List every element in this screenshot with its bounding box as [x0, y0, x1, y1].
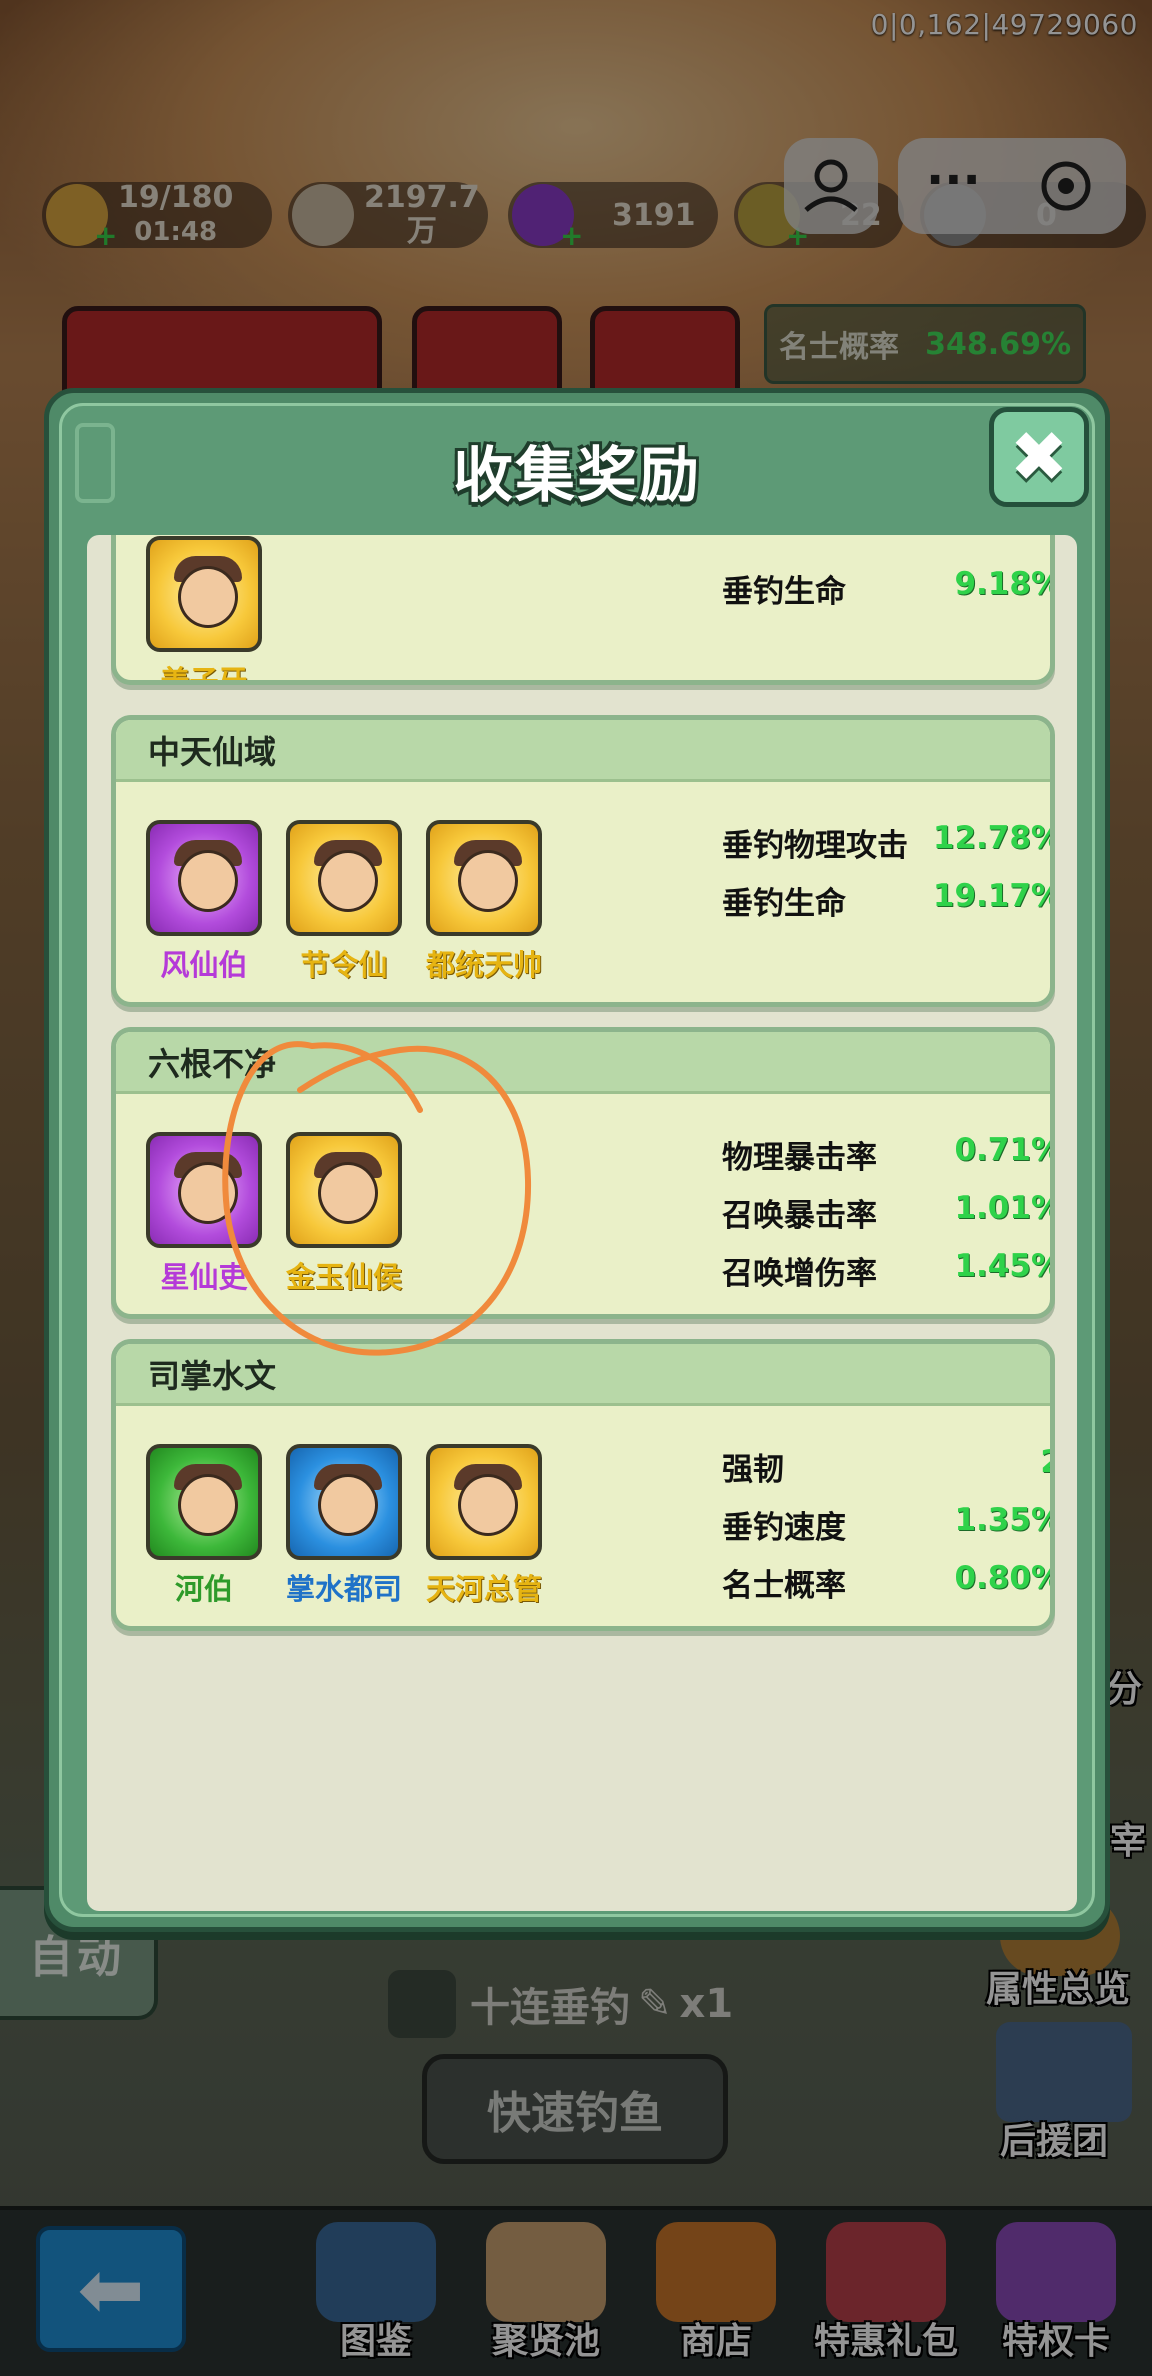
reward-list[interactable]: 姜子牙 垂钓生命 9.18% 中天仙域 风仙伯 节令仙 都统天帅 垂钓物理攻击 … — [87, 535, 1077, 1911]
hero-card[interactable]: 河伯 — [146, 1444, 262, 1608]
collection-card: 六根不净 星仙吏 金玉仙侯 物理暴击率 0.71% 召唤暴击率 1.01% 召唤… — [111, 1027, 1055, 1319]
stat-row: 强韧 2 — [722, 1444, 1050, 1489]
card-title: 司掌水文 — [116, 1344, 1050, 1406]
close-button[interactable]: ✖ — [989, 407, 1089, 507]
stat-value: 2 — [1040, 1444, 1050, 1489]
card-title: 六根不净 — [116, 1032, 1050, 1094]
stat-label: 名士概率 — [722, 1568, 846, 1604]
stat-label: 召唤增伤率 — [722, 1256, 877, 1292]
stat-label: 垂钓生命 — [722, 886, 846, 922]
hero-portrait — [146, 536, 262, 652]
stat-row: 垂钓物理攻击 12.78% — [722, 820, 1055, 865]
stat-row: 名士概率 0.80% — [722, 1560, 1055, 1605]
hero-portrait — [286, 820, 402, 936]
hero-portrait — [426, 1444, 542, 1560]
collection-card: 司掌水文 河伯 掌水都司 天河总管 强韧 2 垂钓速度 1.35% — [111, 1339, 1055, 1631]
hero-card[interactable]: 都统天帅 — [426, 820, 542, 984]
stat-value: 19.17% — [932, 878, 1055, 914]
stat-label: 垂钓速度 — [722, 1510, 846, 1546]
stat-row: 垂钓生命 9.18% — [722, 566, 1055, 611]
stat-value: 12.78% — [932, 820, 1055, 856]
stat-row: 垂钓速度 1.35% — [722, 1502, 1055, 1547]
collection-card: 姜子牙 垂钓生命 9.18% — [111, 535, 1055, 685]
stat-row: 召唤暴击率 1.01% — [722, 1190, 1055, 1235]
stat-row: 召唤增伤率 1.45% — [722, 1248, 1055, 1293]
hero-card[interactable]: 掌水都司 — [286, 1444, 402, 1608]
stat-value: 0.71% — [954, 1132, 1055, 1168]
hero-portrait — [426, 820, 542, 936]
stat-value: 1.45% — [954, 1248, 1055, 1284]
stat-label: 召唤暴击率 — [722, 1198, 877, 1234]
collection-reward-dialog: 收集奖励 ✖ 姜子牙 垂钓生命 9.18% 中天仙域 风仙伯 节令仙 都统天帅 … — [44, 388, 1110, 1932]
hero-name: 姜子牙 — [160, 664, 248, 685]
stat-value: 1.35% — [954, 1502, 1055, 1538]
collection-card: 中天仙域 风仙伯 节令仙 都统天帅 垂钓物理攻击 12.78% 垂钓生命 19.… — [111, 715, 1055, 1007]
hero-card[interactable]: 天河总管 — [426, 1444, 542, 1608]
stat-row: 垂钓生命 19.17% — [722, 878, 1055, 923]
stat-label: 强韧 — [722, 1452, 784, 1488]
close-icon: ✖ — [1009, 416, 1069, 498]
hero-card[interactable]: 节令仙 — [286, 820, 402, 984]
hero-card[interactable]: 星仙吏 — [146, 1132, 262, 1296]
hero-card[interactable]: 姜子牙 — [146, 536, 262, 680]
hero-portrait — [146, 820, 262, 936]
stat-row: 物理暴击率 0.71% — [722, 1132, 1055, 1177]
hero-portrait — [286, 1444, 402, 1560]
hero-card[interactable]: 金玉仙侯 — [286, 1132, 402, 1296]
dialog-title: 收集奖励 — [453, 441, 701, 511]
hero-card[interactable]: 风仙伯 — [146, 820, 262, 984]
card-title: 中天仙域 — [116, 720, 1050, 782]
stat-label: 垂钓物理攻击 — [722, 828, 908, 864]
stat-label: 物理暴击率 — [722, 1140, 877, 1176]
hero-portrait — [146, 1444, 262, 1560]
hero-name: 都统天帅 — [425, 948, 542, 982]
hero-portrait — [146, 1132, 262, 1248]
stat-label: 垂钓生命 — [722, 574, 846, 610]
stat-value: 0.80% — [954, 1560, 1055, 1596]
hero-portrait — [286, 1132, 402, 1248]
stat-value: 1.01% — [954, 1190, 1055, 1226]
hero-name: 金玉仙侯 — [285, 1260, 402, 1294]
hero-name: 天河总管 — [425, 1572, 542, 1606]
stat-value: 9.18% — [954, 566, 1055, 602]
